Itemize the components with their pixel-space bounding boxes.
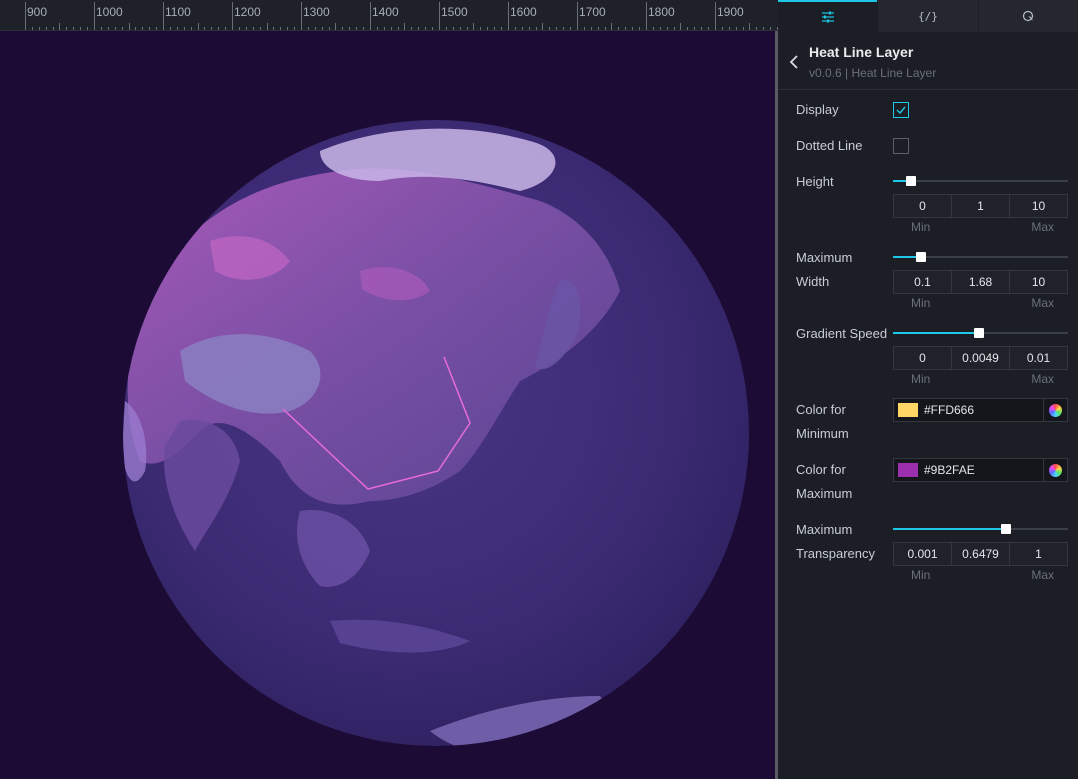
max-input[interactable]: 0.01 [1009, 347, 1067, 369]
min-max-captions: Min Max [893, 220, 1068, 234]
panel-title: Heat Line Layer [809, 44, 914, 60]
ruler-label: 900 [27, 5, 48, 19]
dotted-line-label: Dotted Line [796, 138, 863, 153]
ruler-label: 1600 [510, 5, 537, 19]
ruler-label: 1500 [441, 5, 468, 19]
color-wheel-icon [1049, 403, 1062, 417]
interaction-icon [1022, 10, 1033, 21]
max-caption: Max [1031, 372, 1054, 386]
color-picker-button[interactable] [1043, 459, 1067, 481]
code-icon: {/} [918, 9, 938, 23]
max-caption: Max [1031, 568, 1054, 582]
max-transparency-label-2: Transparency [796, 546, 875, 561]
slider-thumb[interactable] [974, 328, 984, 338]
display-label: Display [796, 102, 839, 117]
min-input[interactable]: 0 [894, 195, 951, 217]
tab-interaction[interactable] [977, 0, 1078, 32]
height-label: Height [796, 174, 834, 189]
slider-thumb[interactable] [916, 252, 926, 262]
ruler-label: 1400 [372, 5, 399, 19]
value-input[interactable]: 0.6479 [951, 543, 1009, 565]
height-range: 0 1 10 [893, 194, 1068, 218]
min-input[interactable]: 0 [894, 347, 951, 369]
globe [123, 120, 749, 746]
ruler-label: 1000 [96, 5, 123, 19]
gradient-speed-label: Gradient Speed [796, 326, 888, 341]
color-max-label: Color for [796, 462, 846, 477]
tab-data[interactable]: {/} [877, 0, 977, 32]
color-swatch[interactable] [898, 403, 918, 417]
preview-canvas[interactable] [0, 31, 775, 779]
tab-settings[interactable] [778, 0, 878, 32]
panel-header: Heat Line Layer v0.0.6 | Heat Line Layer [778, 32, 1078, 90]
color-hex-input[interactable]: #FFD666 [924, 403, 1043, 417]
max-width-range: 0.1 1.68 10 [893, 270, 1068, 294]
max-transparency-range: 0.001 0.6479 1 [893, 542, 1068, 566]
ruler-label: 1100 [165, 5, 191, 19]
min-max-captions: Min Max [893, 296, 1068, 310]
color-min-field[interactable]: #FFD666 [893, 398, 1068, 422]
max-input[interactable]: 1 [1009, 543, 1067, 565]
color-hex-input[interactable]: #9B2FAE [924, 463, 1043, 477]
min-caption: Min [911, 296, 931, 310]
gradient-speed-slider[interactable] [893, 327, 1068, 339]
dotted-line-checkbox[interactable] [893, 138, 909, 154]
color-picker-button[interactable] [1043, 399, 1067, 421]
color-min-label: Color for [796, 402, 846, 417]
panel-subtitle: v0.0.6 | Heat Line Layer [809, 66, 937, 80]
max-caption: Max [1031, 296, 1054, 310]
min-max-captions: Min Max [893, 372, 1068, 386]
ruler-label: 1700 [579, 5, 606, 19]
min-caption: Min [911, 372, 931, 386]
max-width-slider[interactable] [893, 251, 1068, 263]
min-caption: Min [911, 568, 931, 582]
ruler-label: 1200 [234, 5, 261, 19]
color-max-label-2: Maximum [796, 486, 853, 501]
back-arrow-icon[interactable] [786, 52, 802, 72]
color-swatch[interactable] [898, 463, 918, 477]
max-transparency-label: Maximum [796, 522, 853, 537]
color-min-label-2: Minimum [796, 426, 849, 441]
color-max-field[interactable]: #9B2FAE [893, 458, 1068, 482]
max-input[interactable]: 10 [1009, 271, 1067, 293]
max-input[interactable]: 10 [1009, 195, 1067, 217]
display-checkbox[interactable] [893, 102, 909, 118]
ruler-label: 1900 [717, 5, 744, 19]
min-input[interactable]: 0.1 [894, 271, 951, 293]
slider-thumb[interactable] [906, 176, 916, 186]
panel-tabs: {/} [778, 0, 1078, 32]
min-input[interactable]: 0.001 [894, 543, 951, 565]
height-slider[interactable] [893, 175, 1068, 187]
gradient-speed-range: 0 0.0049 0.01 [893, 346, 1068, 370]
max-width-label-2: Width [796, 274, 830, 289]
value-input[interactable]: 0.0049 [951, 347, 1009, 369]
max-width-label: Maximum [796, 250, 853, 265]
check-icon [896, 106, 906, 115]
min-max-captions: Min Max [893, 568, 1068, 582]
min-caption: Min [911, 220, 931, 234]
ruler-label: 1800 [648, 5, 675, 19]
max-caption: Max [1031, 220, 1054, 234]
ruler-label: 1300 [303, 5, 330, 19]
horizontal-ruler: 900 1000 1100 1200 1300 1400 1500 1600 1… [0, 0, 778, 31]
value-input[interactable]: 1.68 [951, 271, 1009, 293]
max-transparency-slider[interactable] [893, 523, 1068, 535]
slider-thumb[interactable] [1001, 524, 1011, 534]
sliders-icon [821, 11, 834, 23]
config-panel: {/} Heat Line Layer v0.0.6 | Heat Line L… [778, 0, 1078, 779]
value-input[interactable]: 1 [951, 195, 1009, 217]
color-wheel-icon [1049, 463, 1062, 477]
